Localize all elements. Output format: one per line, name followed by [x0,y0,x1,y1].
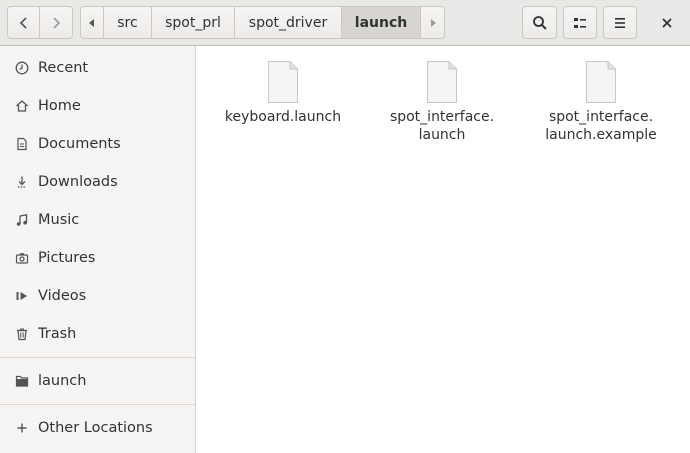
download-icon [14,174,30,190]
plus-icon [14,420,30,436]
breadcrumb-label: spot_prl [165,14,221,31]
sidebar-item-label: Other Locations [38,420,153,436]
clock-icon [14,60,30,76]
breadcrumb-label: launch [354,14,408,31]
file-name: spot_interface. launch [389,109,495,143]
menu-button[interactable] [603,6,637,39]
sidebar-item-label: Recent [38,60,89,76]
sidebar-item-label: Trash [38,326,77,342]
file-name: spot_interface. launch.example [545,109,657,143]
sidebar-item-trash[interactable]: Trash [0,315,195,353]
camera-icon [14,250,30,266]
breadcrumb-label: spot_driver [248,14,328,31]
sidebar-item-videos[interactable]: Videos [0,277,195,315]
file-item[interactable]: spot_interface. launch [377,60,507,144]
triangle-right-icon [430,18,436,27]
music-icon [14,212,30,228]
file-icon [427,61,457,103]
path-scroll-left-button[interactable] [80,6,104,39]
triangle-left-icon [89,18,94,27]
sidebar-item-label: Documents [38,136,121,152]
search-button[interactable] [522,6,557,39]
sidebar-item-home[interactable]: Home [0,87,195,125]
sidebar-item-label: launch [38,373,87,389]
breadcrumb-label: src [117,14,138,31]
sidebar-separator [0,357,195,358]
back-button[interactable] [7,6,40,39]
sidebar-item-launch-bookmark[interactable]: launch [0,362,195,400]
sidebar-item-label: Pictures [38,250,96,266]
file-name: keyboard.launch [224,109,342,125]
forward-button[interactable] [40,6,73,39]
breadcrumb-spot-prl[interactable]: spot_prl [152,6,235,39]
file-item[interactable]: keyboard.launch [218,60,348,126]
document-icon [14,136,30,152]
sidebar-item-label: Music [38,212,80,228]
folder-icon [14,373,30,389]
sidebar-separator [0,404,195,405]
sidebar-item-music[interactable]: Music [0,201,195,239]
breadcrumb-launch[interactable]: launch [342,6,421,39]
sidebar-item-downloads[interactable]: Downloads [0,163,195,201]
hamburger-menu-icon [615,17,625,28]
video-icon [14,288,30,304]
sidebar-item-documents[interactable]: Documents [0,125,195,163]
path-scroll-right-button[interactable] [421,6,445,39]
search-icon [532,15,547,30]
sidebar: Recent Home Documents Downloads Music Pi… [0,46,196,453]
list-view-icon [574,17,586,28]
sidebar-item-other-locations[interactable]: Other Locations [0,409,195,447]
close-window-button[interactable] [650,6,683,39]
sidebar-item-pictures[interactable]: Pictures [0,239,195,277]
file-view: keyboard.launch spot_interface. launch s… [197,46,690,453]
trash-icon [14,326,30,342]
breadcrumb-src[interactable]: src [104,6,152,39]
header-bar: src spot_prl spot_driver launch [0,0,690,46]
sidebar-item-label: Home [38,98,81,114]
file-item[interactable]: spot_interface. launch.example [536,60,666,144]
sidebar-item-label: Videos [38,288,87,304]
view-toggle-button[interactable] [563,6,597,39]
sidebar-item-label: Downloads [38,174,118,190]
close-icon [661,17,672,28]
breadcrumb-spot-driver[interactable]: spot_driver [235,6,342,39]
chevron-right-icon [53,16,61,29]
home-icon [14,98,30,114]
file-icon [268,61,298,103]
chevron-left-icon [19,16,27,29]
file-icon [586,61,616,103]
sidebar-item-recent[interactable]: Recent [0,49,195,87]
